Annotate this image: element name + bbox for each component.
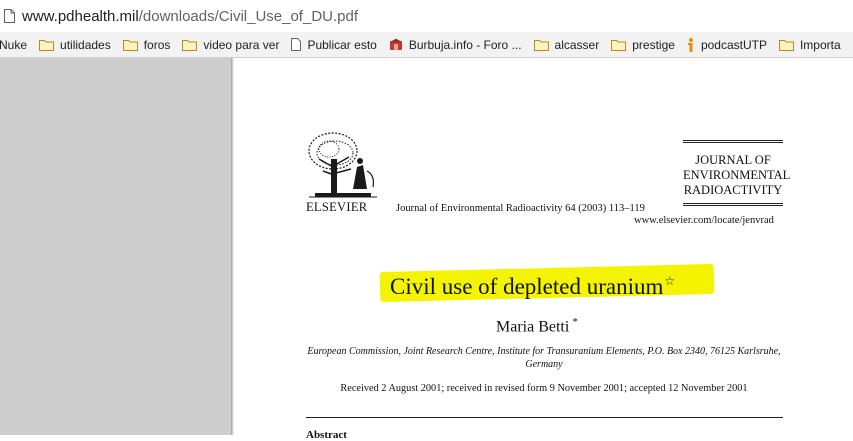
url-path: /downloads/Civil_Use_of_DU.pdf bbox=[138, 7, 358, 25]
author-footnote-mark: * bbox=[572, 316, 578, 328]
elsevier-tree-logo bbox=[308, 132, 377, 198]
bookmark-label: utilidades bbox=[60, 37, 111, 52]
bookmark-burbuja[interactable]: Burbuja.info - Foro ... bbox=[389, 38, 522, 52]
bookmark-label: Importa bbox=[799, 37, 841, 52]
podcast-icon bbox=[687, 37, 695, 52]
bookmark-alcasser[interactable]: alcasser bbox=[533, 37, 600, 52]
abstract-heading: Abstract bbox=[306, 429, 347, 441]
journal-name-line: RADIOACTIVITY bbox=[683, 183, 783, 197]
author: Maria Betti * bbox=[496, 316, 578, 336]
author-name: Maria Betti bbox=[496, 318, 570, 336]
bookmark-label: podcastUTP bbox=[700, 37, 767, 52]
bookmark-foros[interactable]: foros bbox=[122, 37, 171, 52]
bookmark-publicar-esto[interactable]: Publicar esto bbox=[291, 37, 377, 52]
received-dates: Received 2 August 2001; received in revi… bbox=[340, 383, 748, 394]
bookmark-label: Publicar esto bbox=[307, 37, 377, 52]
folder-icon bbox=[39, 39, 55, 51]
folder-icon bbox=[182, 39, 198, 51]
url-text[interactable]: www.pdhealth.mil/downloads/Civil_Use_of_… bbox=[22, 8, 358, 25]
pdf-page: ELSEVIER Journal of Environmental Radioa… bbox=[234, 58, 853, 441]
bookmark-label: alcasser bbox=[554, 37, 600, 52]
bookmark-label: Nuke bbox=[0, 37, 28, 52]
journal-name-line: JOURNAL OF bbox=[695, 153, 771, 167]
journal-url: www.elsevier.com/locate/jenvrad bbox=[634, 215, 774, 226]
bookmark-video-para-ver[interactable]: video para ver bbox=[182, 38, 279, 52]
bookmark-importa[interactable]: Importa bbox=[778, 37, 841, 52]
url-host: www.pdhealth.mil bbox=[22, 7, 139, 25]
bookmark-label: foros bbox=[143, 37, 171, 52]
folder-icon bbox=[611, 39, 627, 51]
bookmark-label: prestige bbox=[632, 37, 675, 52]
paper-title-text: Civil use of depleted uranium bbox=[390, 274, 664, 299]
bookmark-label: Burbuja.info - Foro ... bbox=[408, 37, 522, 52]
bookmark-utilidades[interactable]: utilidades bbox=[39, 38, 111, 52]
affiliation: European Commission, Joint Research Cent… bbox=[307, 346, 781, 370]
folder-icon bbox=[122, 39, 138, 51]
bookmark-label: video para ver bbox=[203, 37, 280, 52]
title-footnote-mark: ☆ bbox=[664, 274, 676, 289]
pdf-viewer[interactable]: ELSEVIER Journal of Environmental Radioa… bbox=[0, 58, 853, 441]
paper-title: Civil use of depleted uranium☆ bbox=[390, 274, 675, 300]
folder-icon bbox=[533, 39, 549, 51]
journal-name: JOURNAL OF ENVIRONMENTAL RADIOACTIVITY bbox=[683, 140, 791, 206]
page-icon bbox=[4, 9, 15, 23]
bookmarks-bar: Nuke utilidades foros video para ver Pub… bbox=[0, 32, 853, 58]
address-bar[interactable]: www.pdhealth.mil/downloads/Civil_Use_of_… bbox=[0, 0, 853, 33]
bookmark-nuke[interactable]: Nuke bbox=[0, 38, 27, 52]
bookmark-podcastutp[interactable]: podcastUTP bbox=[687, 37, 767, 52]
journal-citation: Journal of Environmental Radioactivity 6… bbox=[396, 203, 645, 214]
bookmark-prestige[interactable]: prestige bbox=[611, 38, 675, 52]
publisher-name: ELSEVIER bbox=[306, 200, 368, 214]
divider bbox=[306, 417, 783, 418]
folder-icon bbox=[778, 39, 794, 51]
viewer-background bbox=[0, 58, 231, 435]
burbuja-icon bbox=[389, 38, 403, 51]
journal-name-line: ENVIRONMENTAL bbox=[683, 168, 791, 182]
page-icon bbox=[291, 38, 302, 51]
